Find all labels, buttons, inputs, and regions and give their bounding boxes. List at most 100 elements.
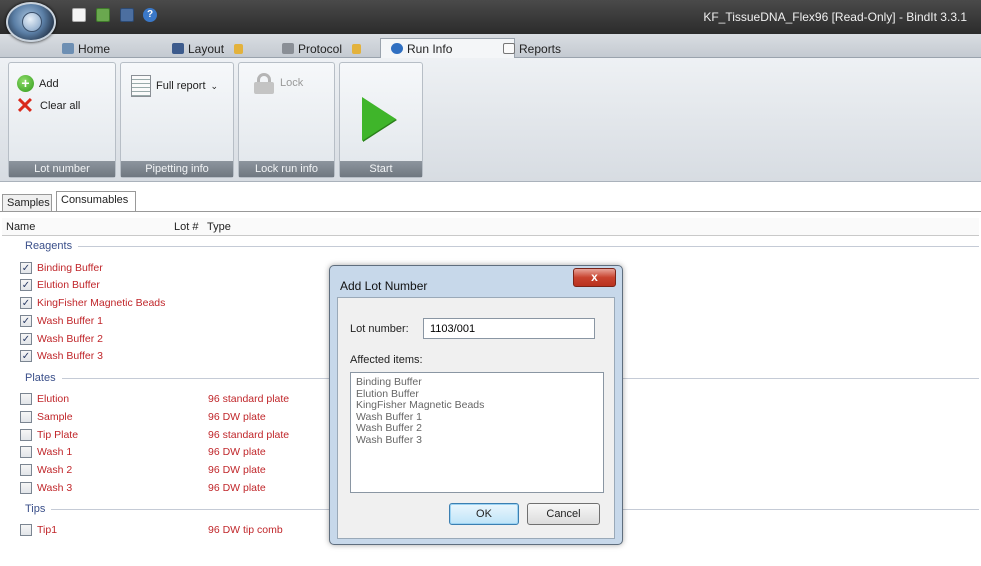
clear-all-label: Clear all [40,100,81,112]
item-name: Elution [37,393,70,405]
tab-label: Protocol [298,41,343,56]
column-header-name[interactable]: Name [6,221,35,233]
group-label: Start [340,161,422,177]
close-icon: x [591,270,598,284]
chevron-down-icon: ⌄ [210,80,219,91]
info-icon [391,43,403,54]
checkbox[interactable] [20,482,32,494]
tab-reports[interactable]: Reports [503,39,561,58]
item-type: 96 DW tip comb [208,524,283,536]
item-name: Sample [37,411,73,423]
title-bar: ? KF_TissueDNA_Flex96 [Read-Only] - Bind… [0,0,981,42]
tab-home[interactable]: Home [62,39,110,58]
window-title: KF_TissueDNA_Flex96 [Read-Only] - BindIt… [703,10,967,24]
item-name: Wash 1 [37,446,73,458]
item-name: Wash Buffer 3 [37,350,103,362]
item-type: 96 standard plate [208,393,290,405]
checkbox[interactable]: ✓ [20,350,32,362]
tab-protocol[interactable]: Protocol [282,39,362,58]
section-title: Plates [25,372,56,384]
open-folder-icon[interactable] [96,8,110,22]
item-name: Wash Buffer 1 [37,315,103,327]
tab-run-info[interactable]: Run Info [380,38,516,58]
item-name: Binding Buffer [37,262,103,274]
add-label: Add [39,77,59,90]
pipetting-info-group: Full report ⌄ Pipetting info [120,62,234,178]
section-header-reagents: Reagents [25,240,979,252]
group-label: Lot number [9,161,115,177]
affected-items-label: Affected items: [350,354,423,366]
section-title: Reagents [25,240,73,252]
tab-label: Layout [188,41,225,56]
save-icon[interactable] [120,8,134,22]
lot-number-input[interactable] [423,318,595,339]
report-type-value: Full report [156,80,206,92]
item-type: 96 DW plate [208,464,266,476]
grid-header: Name Lot # Type [2,218,979,236]
lot-number-group: + Add ✕ Clear all Lot number [8,62,116,178]
checkbox[interactable] [20,393,32,405]
item-type: 96 standard plate [208,429,290,441]
layout-icon [172,43,184,54]
item-name: Wash 3 [37,482,73,494]
tab-layout[interactable]: Layout [172,39,244,58]
lot-number-label: Lot number: [350,323,409,335]
column-header-type[interactable]: Type [207,221,231,233]
checkbox[interactable] [20,524,32,536]
dialog-title: Add Lot Number [340,279,428,293]
divider [0,211,981,212]
cancel-button[interactable]: Cancel [527,503,600,525]
lock-icon [234,43,244,54]
ok-button[interactable]: OK [449,503,519,525]
tab-label: Home [78,41,111,56]
list-item: KingFisher Magnetic Beads [356,399,485,411]
clear-icon: ✕ [15,93,35,118]
group-label: Pipetting info [121,161,233,177]
protocol-icon [282,43,294,54]
add-lot-number-dialog: Add Lot Number x Lot number: Affected it… [329,265,623,545]
list-item: Wash Buffer 2 [356,422,422,434]
item-name: Tip1 [37,524,58,536]
lock-button[interactable]: Lock [253,73,304,94]
checkbox[interactable] [20,429,32,441]
checkbox[interactable] [20,464,32,476]
group-label: Lock run info [239,161,334,177]
list-item: Binding Buffer [356,376,422,388]
tab-label: Reports [519,41,562,56]
padlock-icon [253,73,275,94]
checkbox[interactable]: ✓ [20,315,32,327]
add-button[interactable]: + Add [17,75,59,92]
column-header-lot[interactable]: Lot # [174,221,198,233]
help-icon[interactable]: ? [143,8,157,22]
app-logo-icon [22,12,42,32]
application-menu-button[interactable] [6,2,56,42]
start-group: Start [339,62,423,178]
section-title: Tips [25,503,46,515]
item-name: KingFisher Magnetic Beads [37,297,166,309]
item-name: Wash Buffer 2 [37,333,103,345]
tab-label: Run Info [407,41,453,56]
checkbox[interactable]: ✓ [20,262,32,274]
lock-run-info-group: Lock Lock run info [238,62,335,178]
clear-all-button[interactable]: ✕ Clear all [15,93,81,118]
add-icon: + [17,75,34,92]
close-button[interactable]: x [573,268,616,287]
affected-items-list[interactable]: Binding Buffer Elution Buffer KingFisher… [350,372,604,493]
play-icon [362,97,396,141]
lock-icon [352,43,362,54]
list-item: Wash Buffer 3 [356,433,422,446]
new-file-icon[interactable] [72,8,86,22]
tab-samples[interactable]: Samples [2,194,52,212]
report-type-dropdown[interactable]: Full report ⌄ [131,75,218,97]
checkbox[interactable]: ✓ [20,279,32,291]
item-name: Tip Plate [37,429,79,441]
start-button[interactable] [362,97,396,141]
tab-consumables[interactable]: Consumables [56,191,136,212]
checkbox[interactable] [20,446,32,458]
checkbox[interactable]: ✓ [20,333,32,345]
checkbox[interactable]: ✓ [20,297,32,309]
item-type: 96 DW plate [208,446,266,458]
checkbox[interactable] [20,411,32,423]
lock-label: Lock [280,77,304,89]
ribbon: + Add ✕ Clear all Lot number Full report… [0,58,981,182]
